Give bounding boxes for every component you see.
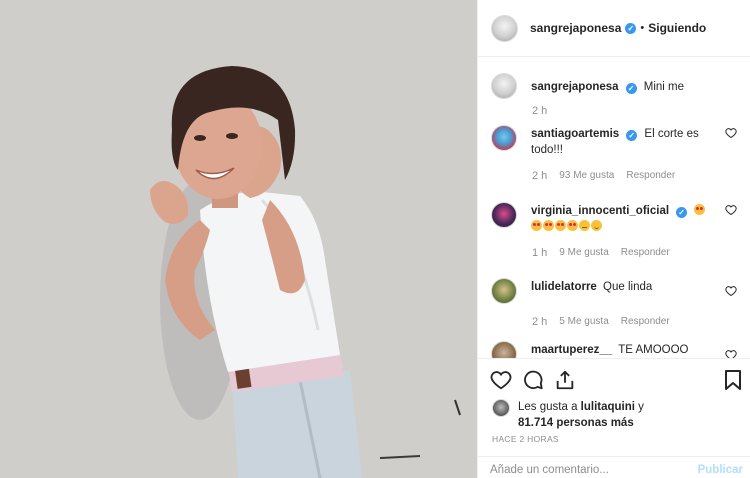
comment-time: 2 h	[532, 170, 548, 182]
comment-item: lulidelatorre Que linda 2 h 5 Me gusta R…	[491, 278, 743, 328]
reply-button[interactable]: Responder	[621, 247, 670, 259]
commenter-username[interactable]: lulidelatorre	[531, 281, 597, 293]
add-comment-bar: Publicar	[478, 456, 750, 478]
comment-time: 2 h	[532, 316, 548, 328]
comment-icon[interactable]	[522, 369, 544, 391]
likes-prefix: Les gusta a	[518, 401, 581, 413]
commenter-avatar[interactable]	[491, 202, 517, 228]
heart-icon[interactable]	[725, 349, 737, 358]
comment-likes[interactable]: 93 Me gusta	[559, 170, 614, 182]
comment-item: virginia_innocenti_oficial ✓ 1 h 9 Me gus…	[491, 202, 743, 259]
heart-eyes-emoji-icon	[555, 220, 566, 231]
reply-button[interactable]: Responder	[621, 316, 670, 328]
post-header: sangrejaponesa ✓ • Siguiendo	[478, 0, 750, 57]
author-avatar[interactable]	[491, 14, 518, 42]
bookmark-icon[interactable]	[723, 369, 743, 391]
likes-suffix: y	[634, 401, 644, 413]
heart-icon[interactable]	[725, 285, 737, 297]
commenter-username[interactable]: santiagoartemis	[531, 128, 619, 140]
wink-emoji-icon	[591, 220, 602, 231]
comment-time: 1 h	[532, 247, 548, 259]
comment-text: Mini me	[643, 81, 685, 93]
comment-item: santiagoartemis ✓ El corte es todo!!! 2 h…	[491, 125, 743, 182]
header-separator: •	[640, 22, 645, 34]
heart-icon[interactable]	[725, 127, 737, 139]
commenter-avatar[interactable]	[491, 278, 517, 304]
comment-text: Que linda	[603, 281, 653, 293]
comment-item: maartuperez__ TE AMOOOO	[491, 341, 743, 358]
share-icon[interactable]	[554, 369, 576, 391]
likes-summary: Les gusta a lulitaquini y 81.714 persona…	[492, 399, 644, 431]
post-side-panel: sangrejaponesa ✓ • Siguiendo sangrejapon…	[477, 0, 750, 478]
verified-icon: ✓	[625, 22, 637, 34]
heart-eyes-emoji-icon	[567, 220, 578, 231]
heart-icon[interactable]	[725, 204, 737, 216]
post-actions: Les gusta a lulitaquini y 81.714 persona…	[478, 358, 750, 478]
commenter-username[interactable]: maartuperez__	[531, 344, 612, 356]
commenter-username[interactable]: virginia_innocenti_oficial	[531, 205, 669, 217]
verified-icon: ✓	[676, 207, 688, 218]
commenter-avatar[interactable]	[491, 341, 517, 358]
verified-icon: ✓	[625, 83, 637, 94]
caption-comment: sangrejaponesa ✓ Mini me 2 h	[491, 73, 743, 117]
likes-count[interactable]: 81.714 personas más	[518, 417, 634, 429]
following-button[interactable]: Siguiendo	[648, 21, 706, 35]
liker-avatar[interactable]	[492, 399, 510, 417]
liker-username[interactable]: lulitaquini	[581, 401, 635, 413]
like-heart-icon[interactable]	[490, 369, 512, 391]
comments-list[interactable]: sangrejaponesa ✓ Mini me 2 h santiagoarte…	[478, 58, 750, 358]
commenter-avatar[interactable]	[491, 73, 517, 99]
comment-text: TE AMOOOO	[618, 344, 689, 356]
neutral-face-emoji-icon	[579, 220, 590, 231]
commenter-avatar[interactable]	[491, 125, 517, 151]
comment-time: 2 h	[532, 105, 548, 117]
publish-button[interactable]: Publicar	[698, 464, 743, 476]
heart-eyes-emoji-icon	[694, 204, 706, 215]
heart-eyes-emoji-icon	[543, 220, 554, 231]
comment-likes[interactable]: 9 Me gusta	[559, 247, 608, 259]
child-photo-illustration	[0, 0, 477, 478]
comment-input[interactable]	[490, 464, 680, 476]
post-time[interactable]: HACE 2 HORAS	[492, 434, 559, 444]
post-photo[interactable]	[0, 0, 477, 478]
verified-icon: ✓	[626, 130, 638, 141]
reply-button[interactable]: Responder	[626, 170, 675, 182]
commenter-username[interactable]: sangrejaponesa	[531, 81, 619, 93]
comment-likes[interactable]: 5 Me gusta	[559, 316, 608, 328]
heart-eyes-emoji-icon	[531, 220, 542, 231]
author-username[interactable]: sangrejaponesa	[530, 21, 621, 35]
